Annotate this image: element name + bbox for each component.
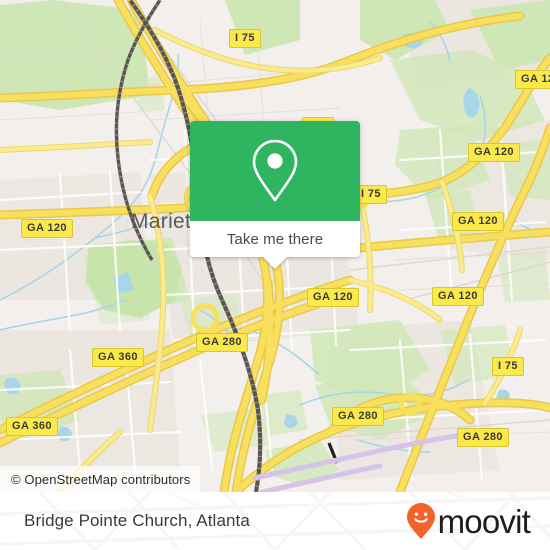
popup-tail bbox=[262, 256, 288, 269]
location-title: Bridge Pointe Church, Atlanta bbox=[24, 511, 250, 530]
moovit-logo[interactable]: moovit bbox=[406, 502, 531, 540]
moovit-wordmark: moovit bbox=[437, 502, 531, 540]
location-popup[interactable]: Take me there bbox=[190, 121, 360, 269]
road-shield: GA 120 bbox=[452, 212, 504, 231]
road-shield: GA 280 bbox=[457, 428, 509, 447]
road-shield: I 75 bbox=[229, 29, 261, 48]
moovit-smiley-pin-icon bbox=[406, 503, 435, 539]
location-pin-icon bbox=[252, 139, 298, 202]
take-me-there-button[interactable]: Take me there bbox=[190, 221, 360, 257]
road-shield: I 75 bbox=[492, 357, 524, 376]
map-page: .mjr-c{stroke:#e8c94a;fill:none;stroke-l… bbox=[0, 0, 550, 550]
take-me-there-label: Take me there bbox=[226, 230, 324, 248]
road-shield: GA 120 bbox=[307, 288, 359, 307]
footer-bar: Bridge Pointe Church, Atlanta moovit bbox=[0, 492, 550, 550]
road-shield: GA 280 bbox=[196, 333, 248, 352]
road-shield: GA 360 bbox=[92, 348, 144, 367]
road-shield: GA 120 bbox=[515, 70, 550, 89]
popup-header bbox=[190, 121, 360, 221]
road-shield: GA 360 bbox=[6, 417, 58, 436]
map-attribution[interactable]: © OpenStreetMap contributors bbox=[0, 466, 201, 492]
road-shield: GA 120 bbox=[468, 143, 520, 162]
road-shield: GA 120 bbox=[21, 219, 73, 238]
attribution-text: © OpenStreetMap contributors bbox=[11, 471, 191, 487]
road-shield: GA 280 bbox=[332, 407, 384, 426]
road-shield: GA 120 bbox=[432, 287, 484, 306]
map-canvas[interactable]: .mjr-c{stroke:#e8c94a;fill:none;stroke-l… bbox=[0, 0, 550, 492]
